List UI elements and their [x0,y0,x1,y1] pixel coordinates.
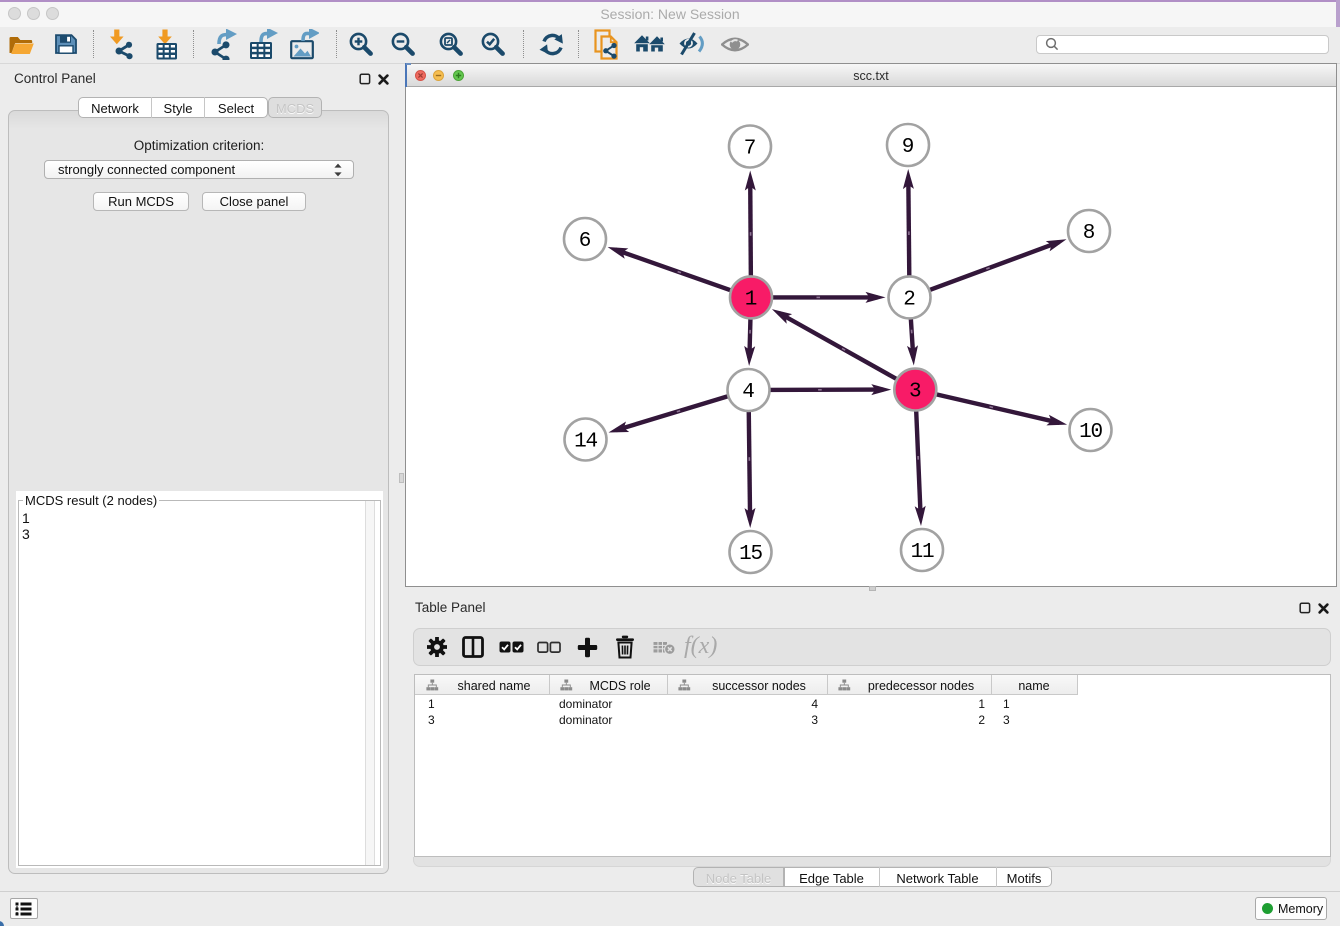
svg-text:15: 15 [739,543,762,566]
svg-text:10: 10 [1079,421,1102,444]
svg-text:6: 6 [579,230,592,253]
svg-text:8: 8 [1083,222,1096,245]
svg-text:4: 4 [742,381,755,404]
svg-text:2: 2 [903,289,916,312]
svg-text:7: 7 [744,138,757,161]
svg-text:11: 11 [911,541,934,564]
svg-text:14: 14 [574,431,597,454]
svg-text:9: 9 [902,136,915,159]
svg-text:1: 1 [745,289,758,312]
svg-text:3: 3 [909,381,922,404]
